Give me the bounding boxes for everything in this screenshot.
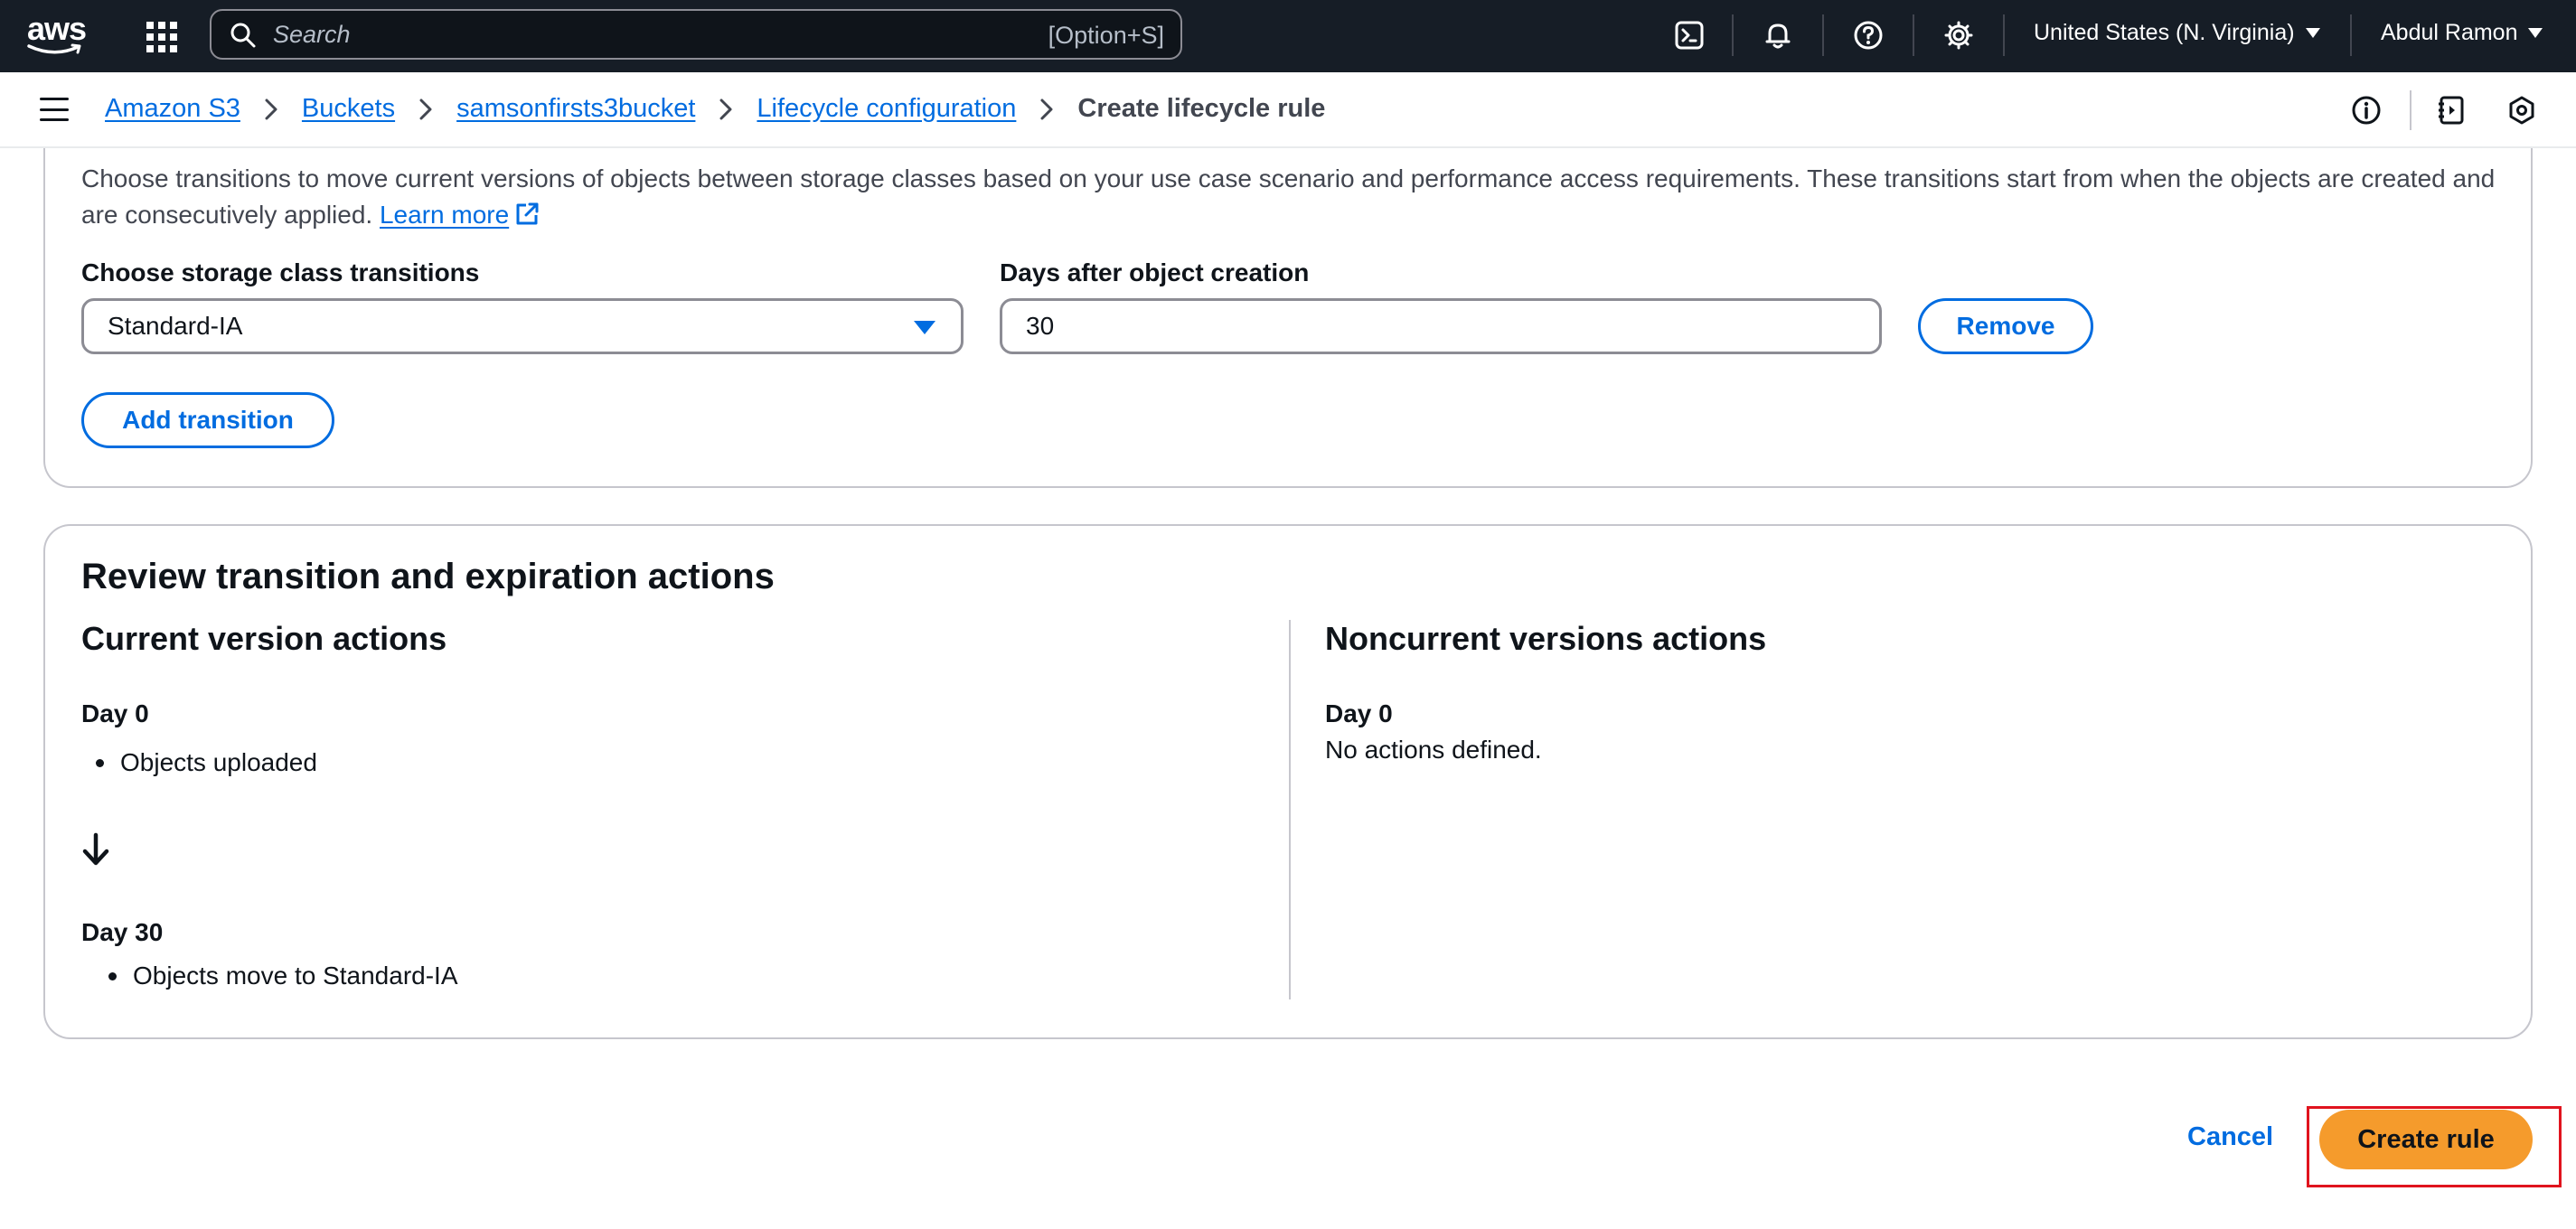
account-menu[interactable]: Abdul Ramon [2381, 20, 2543, 46]
search-box[interactable]: [Option+S] [210, 9, 1182, 60]
bullet-icon [96, 758, 104, 767]
chevron-right-icon [418, 98, 433, 121]
remove-button[interactable]: Remove [1918, 298, 2093, 354]
breadcrumb-current: Create lifecycle rule [1077, 94, 1326, 123]
list-item: Objects move to Standard-IA [108, 962, 458, 990]
noncurrent-day-0-label: Day 0 [1325, 699, 1393, 727]
current-day-30-label: Day 30 [81, 918, 164, 946]
breadcrumb-bucket-name[interactable]: samsonfirsts3bucket [456, 94, 695, 124]
storage-class-value: Standard-IA [108, 312, 243, 340]
search-icon [230, 22, 257, 53]
arrow-down-icon [81, 831, 110, 872]
storage-class-select[interactable]: Standard-IA [81, 298, 964, 354]
chevron-right-icon [1039, 98, 1054, 121]
nav-divider [1822, 14, 1824, 56]
column-divider [1289, 620, 1291, 999]
nav-divider [1732, 14, 1734, 56]
menu-icon[interactable] [40, 98, 69, 121]
days-after-creation-input[interactable] [1000, 298, 1882, 354]
breadcrumb-buckets[interactable]: Buckets [302, 94, 395, 124]
caret-down-icon [914, 321, 935, 334]
days-label: Days after object creation [1000, 258, 1310, 286]
search-shortcut-hint: [Option+S] [1048, 22, 1164, 49]
aws-logo-text: aws [27, 10, 87, 47]
bell-icon[interactable] [1761, 18, 1795, 52]
noncurrent-no-actions: No actions defined. [1325, 736, 1542, 764]
help-icon[interactable] [1851, 18, 1885, 52]
list-item: Objects uploaded [96, 748, 317, 777]
top-navigation: aws [Option+S] United States (N. Virgini… [0, 0, 2576, 72]
current-version-title: Current version actions [81, 620, 447, 657]
breadcrumb-bar: Amazon S3 Buckets samsonfirsts3bucket Li… [0, 72, 2576, 148]
assistant-icon[interactable] [2504, 92, 2540, 128]
breadcrumb: Amazon S3 Buckets samsonfirsts3bucket Li… [105, 94, 1325, 124]
learn-more-link[interactable]: Learn more [380, 201, 509, 229]
aws-logo[interactable]: aws [27, 13, 90, 58]
nav-divider [2003, 14, 2005, 56]
breadcrumb-lifecycle-configuration[interactable]: Lifecycle configuration [757, 94, 1016, 124]
review-title: Review transition and expiration actions [81, 557, 775, 596]
notes-panel-icon[interactable] [2433, 92, 2469, 128]
region-label: United States (N. Virginia) [2034, 20, 2295, 45]
transitions-panel [43, 99, 2533, 488]
create-rule-button[interactable]: Create rule [2319, 1110, 2533, 1169]
storage-class-label: Choose storage class transitions [81, 258, 480, 286]
cancel-button[interactable]: Cancel [2187, 1122, 2273, 1152]
add-transition-button[interactable]: Add transition [81, 392, 334, 448]
current-day-0-label: Day 0 [81, 699, 149, 727]
caret-down-icon [2305, 28, 2320, 38]
nav-divider [2350, 14, 2352, 56]
chevron-right-icon [264, 98, 278, 121]
info-icon[interactable] [2348, 92, 2384, 128]
crumb-divider [2410, 90, 2411, 130]
noncurrent-version-title: Noncurrent versions actions [1325, 620, 1767, 657]
search-input[interactable] [273, 18, 996, 51]
transitions-description: Choose transitions to move current versi… [81, 161, 2504, 237]
settings-icon[interactable] [1941, 18, 1976, 52]
account-name: Abdul Ramon [2381, 20, 2518, 45]
caret-down-icon [2528, 28, 2543, 38]
chevron-right-icon [719, 98, 733, 121]
region-selector[interactable]: United States (N. Virginia) [2034, 20, 2320, 46]
external-link-icon [514, 201, 540, 237]
bullet-icon [108, 971, 117, 980]
nav-divider [1913, 14, 1914, 56]
breadcrumb-amazon-s3[interactable]: Amazon S3 [105, 94, 240, 124]
cloudshell-icon[interactable] [1672, 18, 1706, 52]
services-grid-icon[interactable] [146, 22, 177, 52]
